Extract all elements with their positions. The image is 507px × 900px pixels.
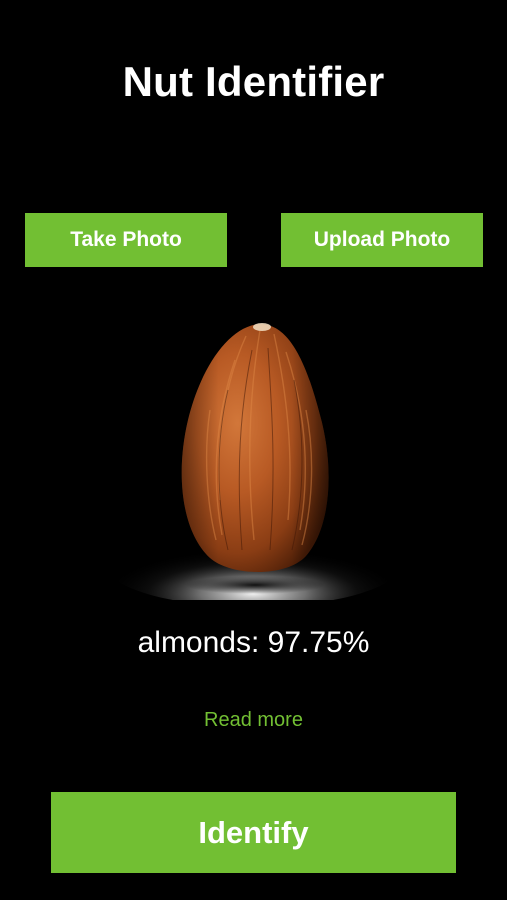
read-more-link[interactable]: Read more [0,709,507,732]
take-photo-button[interactable]: Take Photo [25,213,227,267]
take-photo-label: Take Photo [70,228,182,251]
identify-label: Identify [198,814,309,850]
upload-photo-button[interactable]: Upload Photo [281,213,483,267]
identification-result: almonds: 97.75% [137,626,370,659]
app-title: Nut Identifier [122,58,385,105]
almond-photo-icon [50,300,457,600]
nut-photo [50,300,457,600]
upload-photo-label: Upload Photo [313,228,451,251]
identify-button[interactable]: Identify [51,792,456,873]
